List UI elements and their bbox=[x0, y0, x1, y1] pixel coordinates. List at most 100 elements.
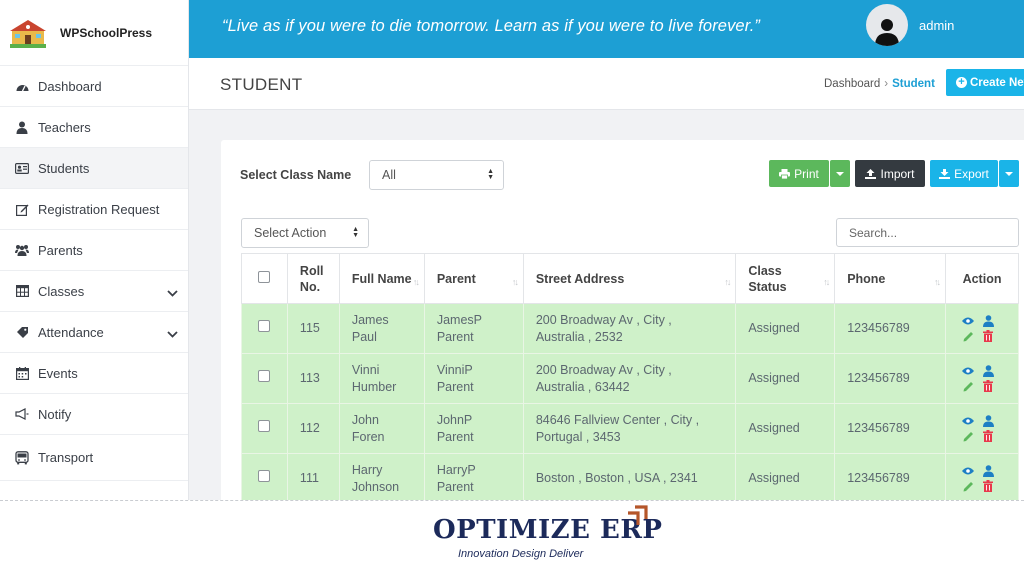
row-checkbox[interactable] bbox=[258, 420, 270, 432]
breadcrumb-current: Student bbox=[892, 78, 935, 90]
sidebar-item-transport[interactable]: Transport bbox=[0, 435, 188, 481]
row-select-cell bbox=[241, 303, 288, 354]
export-label: Export bbox=[954, 166, 989, 181]
export-dropdown-toggle[interactable] bbox=[999, 160, 1019, 187]
user-icon bbox=[875, 19, 899, 46]
top-header: “Live as if you were to die tomorrow. Le… bbox=[189, 0, 1024, 58]
print-dropdown-toggle[interactable] bbox=[830, 160, 850, 187]
username[interactable]: admin bbox=[919, 18, 954, 33]
column-header-phone[interactable]: Phone ↑↓ bbox=[834, 253, 947, 304]
sidebar-item-attendance[interactable]: Attendance bbox=[0, 312, 188, 353]
column-header-label: Street Address bbox=[535, 271, 625, 286]
sort-icon: ↑↓ bbox=[823, 277, 830, 287]
select-all-checkbox[interactable] bbox=[258, 270, 270, 283]
footer-tagline: Innovation Design Deliver bbox=[458, 548, 584, 560]
import-button[interactable]: Import bbox=[855, 160, 925, 187]
chevron-down-icon[interactable] bbox=[167, 326, 178, 341]
parent-cell: HarryP Parent bbox=[423, 453, 524, 500]
chevron-down-icon[interactable] bbox=[167, 285, 178, 300]
sidebar-item-events[interactable]: Events bbox=[0, 353, 188, 394]
print-button[interactable]: Print bbox=[769, 160, 829, 187]
edit-pencil-icon[interactable] bbox=[962, 330, 974, 342]
upload-icon bbox=[865, 168, 877, 179]
download-icon bbox=[939, 168, 951, 179]
print-label: Print bbox=[794, 166, 819, 181]
column-header-roll[interactable]: Roll No. bbox=[286, 253, 340, 304]
roll-cell: 115 bbox=[286, 303, 340, 354]
caret-down-icon bbox=[836, 171, 844, 176]
sidebar-item-teachers[interactable]: Teachers bbox=[0, 107, 188, 148]
table-row: 112 John Foren JohnP Parent 84646 Fallvi… bbox=[241, 403, 1019, 454]
table-row: 113 Vinni Humber VinniP Parent 200 Broad… bbox=[241, 353, 1019, 404]
user-profile-icon[interactable] bbox=[982, 465, 994, 477]
sidebar-item-label: Transport bbox=[38, 450, 94, 465]
sort-icon: ↑↓ bbox=[412, 277, 420, 287]
column-header-parent[interactable]: Parent ↑↓ bbox=[423, 253, 524, 304]
edit-pencil-icon[interactable] bbox=[962, 430, 974, 442]
export-button[interactable]: Export bbox=[930, 160, 998, 187]
parent-cell: JamesP Parent bbox=[423, 303, 524, 354]
megaphone-icon bbox=[15, 407, 29, 421]
tag-icon bbox=[15, 325, 29, 339]
column-header-label: Roll No. bbox=[299, 263, 324, 294]
class-select[interactable]: All ▲ ▼ bbox=[369, 160, 504, 190]
create-new-button[interactable]: + Create New bbox=[946, 69, 1024, 96]
row-checkbox[interactable] bbox=[258, 370, 270, 382]
view-icon[interactable] bbox=[962, 315, 975, 327]
column-header-status[interactable]: Class Status ↑↓ bbox=[735, 253, 836, 304]
edit-pencil-icon[interactable] bbox=[962, 480, 974, 492]
action-cell bbox=[945, 403, 1019, 454]
roll-cell: 113 bbox=[286, 353, 340, 404]
plus-circle-icon: + bbox=[956, 77, 967, 88]
breadcrumb: Dashboard › Student bbox=[824, 78, 935, 90]
caret-down-icon bbox=[1005, 171, 1013, 176]
avatar[interactable] bbox=[866, 4, 908, 46]
view-icon[interactable] bbox=[962, 365, 975, 377]
students-table: Roll No. Full Name ↑↓ Parent ↑↓ Street Add… bbox=[241, 253, 1019, 500]
name-cell: Vinni Humber bbox=[338, 353, 425, 404]
breadcrumb-home[interactable]: Dashboard bbox=[824, 78, 880, 90]
view-icon[interactable] bbox=[962, 465, 975, 477]
printer-icon bbox=[779, 168, 791, 179]
class-select-value: All bbox=[382, 168, 396, 182]
sidebar-item-label: Attendance bbox=[38, 324, 104, 340]
sidebar-item-registration-request[interactable]: Registration Request bbox=[0, 189, 188, 230]
header-quote: “Live as if you were to die tomorrow. Le… bbox=[222, 17, 760, 35]
table-row: 111 Harry Johnson HarryP Parent Boston ,… bbox=[241, 453, 1019, 500]
action-cell bbox=[945, 353, 1019, 404]
row-checkbox[interactable] bbox=[258, 470, 270, 482]
delete-icon[interactable] bbox=[982, 430, 994, 442]
sidebar-item-parents[interactable]: Parents bbox=[0, 230, 188, 271]
delete-icon[interactable] bbox=[982, 380, 994, 392]
sidebar-item-notify[interactable]: Notify bbox=[0, 394, 188, 435]
row-checkbox[interactable] bbox=[258, 320, 270, 332]
sort-icon: ↑↓ bbox=[934, 277, 941, 287]
bulk-action-select[interactable]: Select Action ▲ ▼ bbox=[241, 218, 369, 248]
user-profile-icon[interactable] bbox=[982, 365, 994, 377]
app-window: WPSchoolPress Dashboard Teachers Student… bbox=[0, 0, 1024, 500]
column-header-address[interactable]: Street Address ↑↓ bbox=[522, 253, 737, 304]
footer-banner: OPTIMIZE ERP Innovation Design Deliver bbox=[0, 500, 1024, 576]
sidebar-item-dashboard[interactable]: Dashboard bbox=[0, 66, 188, 107]
user-profile-icon[interactable] bbox=[982, 415, 994, 427]
calendar-icon bbox=[15, 366, 29, 380]
bulk-action-value: Select Action bbox=[254, 226, 327, 240]
table-icon bbox=[15, 284, 29, 298]
edit-icon bbox=[15, 202, 29, 216]
view-icon[interactable] bbox=[962, 415, 975, 427]
edit-pencil-icon[interactable] bbox=[962, 380, 974, 392]
action-cell bbox=[945, 303, 1019, 354]
sidebar-item-classes[interactable]: Classes bbox=[0, 271, 188, 312]
delete-icon[interactable] bbox=[982, 480, 994, 492]
sidebar-item-label: Dashboard bbox=[38, 78, 102, 94]
sidebar-item-students[interactable]: Students bbox=[0, 148, 188, 189]
students-card: Select Class Name All ▲ ▼ Print Import Ex… bbox=[221, 140, 1024, 500]
sidebar-item-label: Notify bbox=[38, 406, 72, 422]
brand[interactable]: WPSchoolPress bbox=[0, 0, 188, 66]
phone-cell: 123456789 bbox=[834, 403, 947, 454]
delete-icon[interactable] bbox=[982, 330, 994, 342]
search-input[interactable] bbox=[836, 218, 1019, 247]
sidebar-item-label: Parents bbox=[38, 242, 83, 258]
user-profile-icon[interactable] bbox=[982, 315, 994, 327]
column-header-name[interactable]: Full Name ↑↓ bbox=[338, 253, 425, 304]
